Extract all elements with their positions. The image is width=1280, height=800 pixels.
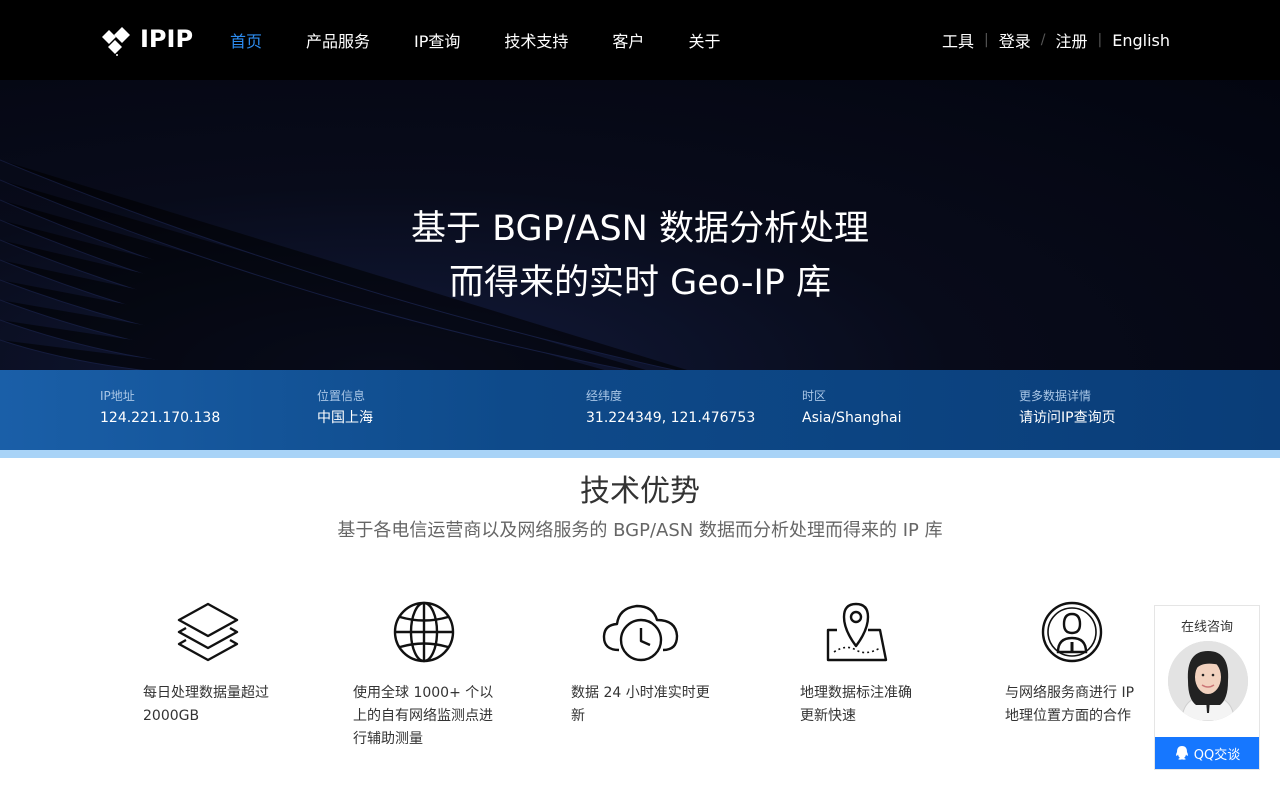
- more-data-label: 更多数据详情: [1019, 389, 1092, 403]
- login-link[interactable]: 登录: [999, 28, 1031, 52]
- online-consult-widget: 在线咨询 QQ交谈: [1154, 605, 1260, 770]
- nav-home[interactable]: 首页: [230, 28, 262, 52]
- main-nav: 首页 产品服务 IP查询 技术支持 客户 关于: [230, 28, 764, 52]
- more-data-block: 更多数据详情 请访问IP查询页: [1019, 387, 1116, 429]
- nav-ip-query[interactable]: IP查询: [414, 28, 460, 52]
- person-circle-icon: [1040, 600, 1120, 666]
- nav-about[interactable]: 关于: [688, 28, 720, 52]
- ipip-logo-icon: [102, 27, 130, 56]
- ip-address-label: IP地址: [100, 389, 135, 403]
- cloud-clock-icon: [601, 600, 681, 666]
- english-link[interactable]: English: [1112, 31, 1170, 50]
- feature-text: 使用全球 1000+ 个以 上的自有网络监测点进 行辅助测量: [353, 682, 493, 751]
- feature-line: 新: [571, 708, 585, 724]
- qq-chat-label: QQ交谈: [1193, 747, 1241, 763]
- feature-text: 与网络服务商进行 IP 地理位置方面的合作: [1005, 682, 1134, 728]
- logo-text: IPIP: [140, 25, 194, 53]
- coords-label: 经纬度: [586, 389, 623, 403]
- more-data-link[interactable]: 请访问IP查询页: [1019, 407, 1116, 429]
- coords-value: 31.224349, 121.476753: [586, 410, 756, 426]
- nav-customers[interactable]: 客户: [612, 28, 644, 52]
- timezone-label: 时区: [802, 389, 827, 403]
- location-label: 位置信息: [317, 389, 366, 403]
- layers-icon: [173, 600, 253, 666]
- feature-line: 上的自有网络监测点进: [353, 708, 493, 724]
- feature-line: 与网络服务商进行 IP: [1005, 685, 1135, 701]
- feature-line: 更新快速: [800, 708, 856, 724]
- consult-title: 在线咨询: [1180, 620, 1233, 635]
- globe-icon: [391, 600, 471, 666]
- hero-banner: 基于 BGP/ASN 数据分析处理 而得来的实时 Geo-IP 库: [0, 80, 1280, 370]
- hero-headline: 基于 BGP/ASN 数据分析处理 而得来的实时 Geo-IP 库: [0, 202, 1280, 310]
- hero-line-2: 而得来的实时 Geo-IP 库: [448, 263, 832, 303]
- feature-line: 行辅助测量: [353, 731, 423, 747]
- hero-line-1: 基于 BGP/ASN 数据分析处理: [410, 209, 869, 249]
- feature-text: 地理数据标注准确 更新快速: [800, 682, 912, 728]
- feature-line: 数据 24 小时准实时更: [571, 685, 710, 701]
- nav-separator: /: [1040, 32, 1046, 48]
- register-link[interactable]: 注册: [1055, 28, 1087, 52]
- location-block: 位置信息 中国上海: [317, 387, 373, 429]
- map-pin-icon: [824, 600, 904, 666]
- nav-separator: |: [984, 32, 989, 48]
- infobar-bottom-stripe: [0, 450, 1280, 458]
- section-title: 技术优势: [580, 474, 700, 509]
- feature-line: 地理位置方面的合作: [1005, 708, 1131, 724]
- feature-line: 地理数据标注准确: [800, 685, 912, 701]
- nav-right: 工具 | 登录 / 注册 | English: [942, 28, 1170, 52]
- feature-line: 每日处理数据量超过: [143, 685, 269, 701]
- nav-support[interactable]: 技术支持: [504, 28, 568, 52]
- ip-address-value: 124.221.170.138: [100, 410, 221, 426]
- qq-chat-button[interactable]: QQ交谈: [1155, 737, 1259, 769]
- top-nav: IPIP 首页 产品服务 IP查询 技术支持 客户 关于 工具 | 登录 / 注…: [0, 0, 1280, 80]
- timezone-block: 时区 Asia/Shanghai: [802, 387, 902, 429]
- consult-avatar: [1168, 641, 1248, 721]
- ip-address-block: IP地址 124.221.170.138: [100, 387, 220, 429]
- timezone-value: Asia/Shanghai: [802, 410, 902, 426]
- tools-link[interactable]: 工具: [942, 28, 974, 52]
- location-value: 中国上海: [317, 410, 373, 426]
- nav-products[interactable]: 产品服务: [306, 28, 370, 52]
- qq-icon: [1175, 746, 1188, 760]
- ip-info-bar: IP地址 124.221.170.138 位置信息 中国上海 经纬度 31.22…: [0, 370, 1280, 450]
- coords-block: 经纬度 31.224349, 121.476753: [586, 387, 755, 429]
- feature-text: 每日处理数据量超过 2000GB: [143, 682, 269, 728]
- feature-text: 数据 24 小时准实时更 新: [571, 682, 710, 728]
- feature-line: 2000GB: [143, 708, 200, 724]
- ipip-logo[interactable]: IPIP: [100, 22, 193, 56]
- feature-line: 使用全球 1000+ 个以: [353, 685, 494, 701]
- section-subtitle: 基于各电信运营商以及网络服务的 BGP/ASN 数据而分析处理而得来的 IP 库: [337, 520, 943, 541]
- nav-separator: |: [1097, 32, 1103, 48]
